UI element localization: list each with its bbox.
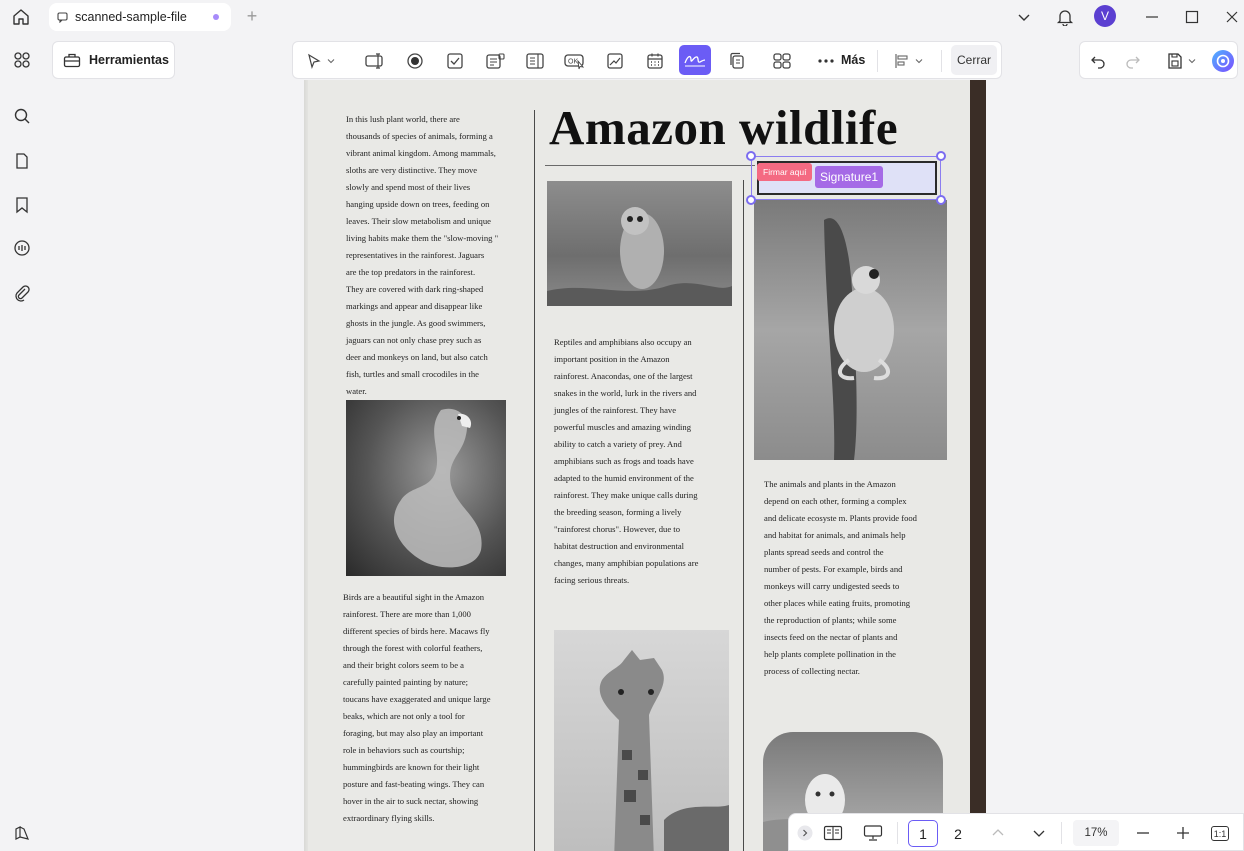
column-divider: [743, 180, 744, 851]
bell-icon[interactable]: [1053, 5, 1077, 29]
presentation-icon[interactable]: [861, 821, 885, 845]
flamingo-photo: [346, 400, 506, 576]
page-edge-shadow: [970, 80, 986, 813]
chevron-down-icon[interactable]: [1012, 5, 1036, 29]
duplicate-icon[interactable]: [724, 48, 750, 74]
more-dots-icon[interactable]: [813, 48, 839, 74]
zoom-out-icon[interactable]: [1131, 821, 1155, 845]
more-button[interactable]: Más: [841, 53, 865, 67]
pagebar-divider: [1061, 822, 1062, 844]
list-box-icon[interactable]: [522, 48, 548, 74]
svg-text:OK: OK: [568, 59, 578, 66]
chevron-down-icon[interactable]: [323, 48, 339, 74]
text-column-3: The animals and plants in the Amazon depe…: [764, 479, 917, 676]
left-sidebar: [0, 34, 44, 851]
page-navigation-bar: 1 2 17% 1:1: [788, 813, 1244, 851]
button-field-icon[interactable]: OK: [562, 48, 588, 74]
checkbox-icon[interactable]: [442, 48, 468, 74]
undo-icon[interactable]: [1085, 48, 1111, 74]
zoom-in-icon[interactable]: [1171, 821, 1195, 845]
chevron-up-icon[interactable]: [986, 821, 1010, 845]
image-field-icon[interactable]: [602, 48, 628, 74]
column-divider: [534, 110, 535, 851]
tools-label: Herramientas: [89, 53, 169, 67]
signature-field-name: Signature1: [815, 166, 884, 188]
pages-icon[interactable]: [9, 148, 35, 174]
date-field-icon[interactable]: [642, 48, 668, 74]
signature-field-icon[interactable]: [679, 45, 711, 75]
giraffe-photo: [554, 630, 729, 851]
right-toolbar: [1079, 41, 1238, 79]
close-icon[interactable]: [1220, 5, 1244, 29]
frog-photo: [754, 200, 947, 460]
resize-handle[interactable]: [936, 195, 946, 205]
toolbox-icon: [63, 52, 81, 68]
sign-here-badge: Firmar aquí: [757, 163, 813, 181]
title-bar: scanned-sample-file + V: [0, 0, 1244, 34]
close-form-mode-button[interactable]: Cerrar: [951, 45, 997, 75]
zoom-level[interactable]: 17%: [1073, 820, 1119, 846]
text-column-1-top: In this lush plant world, there are thous…: [346, 114, 499, 396]
page-1-button[interactable]: 1: [908, 820, 938, 847]
unsaved-dot: [213, 14, 219, 20]
text-column-2: Reptiles and amphibians also occupy an im…: [554, 337, 699, 585]
toolbar-divider: [941, 50, 942, 72]
comments-icon[interactable]: [9, 235, 35, 261]
document-viewport: In this lush plant world, there are thous…: [46, 80, 1244, 851]
pagebar-divider: [897, 822, 898, 844]
bookmark-icon[interactable]: [9, 192, 35, 218]
combo-box-icon[interactable]: [482, 48, 508, 74]
actual-size-button[interactable]: 1:1: [1211, 826, 1229, 841]
tab-title: scanned-sample-file: [75, 10, 187, 24]
owl-photo: [547, 181, 732, 306]
toolbar-divider: [877, 50, 878, 72]
attachment-icon[interactable]: [9, 280, 35, 306]
resize-handle[interactable]: [746, 195, 756, 205]
redo-icon[interactable]: [1120, 48, 1146, 74]
form-toolbar: OK Más Cerrar: [292, 41, 1002, 79]
new-tab-button[interactable]: +: [243, 6, 261, 26]
chevron-down-icon[interactable]: [1027, 821, 1051, 845]
page-2-button[interactable]: 2: [943, 820, 973, 847]
comment-icon: [57, 11, 69, 23]
thumbnails-icon[interactable]: [9, 47, 35, 73]
minimize-icon[interactable]: [1140, 5, 1164, 29]
home-icon[interactable]: [8, 5, 34, 29]
document-tab[interactable]: scanned-sample-file: [49, 3, 231, 31]
text-column-1-bottom: Birds are a beautiful sight in the Amazo…: [343, 592, 491, 823]
tools-button[interactable]: Herramientas: [52, 41, 175, 79]
layers-icon[interactable]: [9, 820, 35, 846]
page-heading: Amazon wildlife: [549, 100, 899, 155]
chevron-down-icon[interactable]: [1184, 48, 1200, 74]
text-field-icon[interactable]: [363, 48, 389, 74]
search-icon[interactable]: [9, 103, 35, 129]
avatar[interactable]: V: [1094, 5, 1116, 27]
resize-handle[interactable]: [936, 151, 946, 161]
resize-handle[interactable]: [746, 151, 756, 161]
heading-rule: [545, 165, 755, 166]
page-layout-icon[interactable]: [821, 821, 845, 845]
chevron-down-icon[interactable]: [911, 48, 927, 74]
grid-icon[interactable]: [769, 48, 795, 74]
chevron-right-icon[interactable]: [793, 821, 817, 845]
ai-assistant-icon[interactable]: [1210, 48, 1236, 74]
maximize-icon[interactable]: [1180, 5, 1204, 29]
radio-button-icon[interactable]: [402, 48, 428, 74]
